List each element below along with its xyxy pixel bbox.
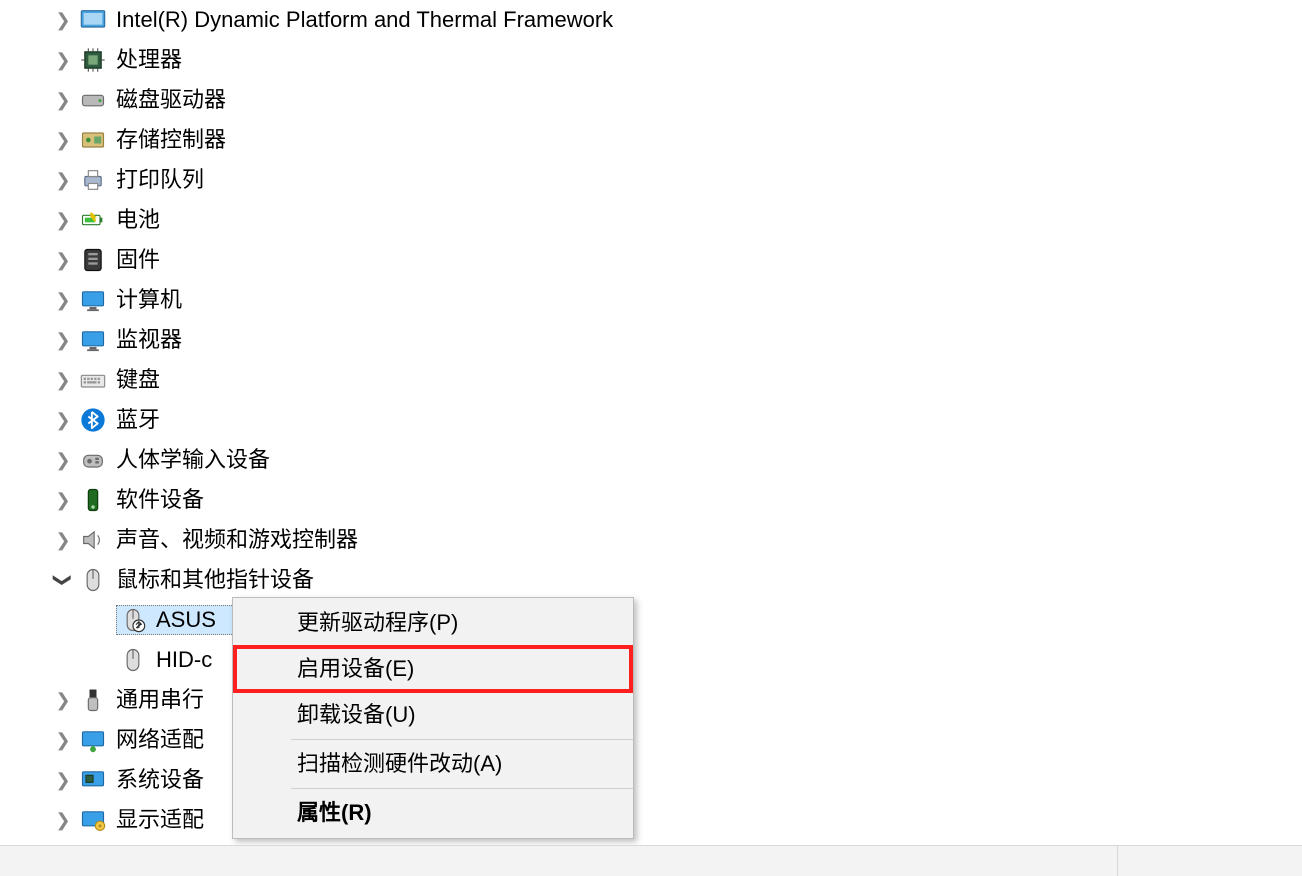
chevron-right-icon[interactable]: ❯	[50, 240, 76, 280]
tree-label: 显示适配	[116, 800, 210, 840]
menu-scan-hw[interactable]: 扫描检测硬件改动(A)	[233, 742, 633, 786]
disk-icon	[78, 85, 108, 115]
tree-label: 打印队列	[116, 160, 210, 200]
menu-uninstall[interactable]: 卸载设备(U)	[233, 693, 633, 737]
tree-node-storage-ctrl[interactable]: ❯ 存储控制器	[50, 120, 1302, 160]
tree-node-computer[interactable]: ❯ 计算机	[50, 280, 1302, 320]
keyboard-icon	[78, 365, 108, 395]
tree-node-sound-video[interactable]: ❯ 声音、视频和游戏控制器	[50, 520, 1302, 560]
chevron-right-icon[interactable]: ❯	[50, 80, 76, 120]
tree-node-intel-dptf[interactable]: ❯ Intel(R) Dynamic Platform and Thermal …	[50, 0, 1302, 40]
tree-label: HID-c	[156, 640, 218, 680]
chevron-right-icon[interactable]: ❯	[50, 720, 76, 760]
chevron-right-icon[interactable]: ❯	[50, 200, 76, 240]
chevron-right-icon[interactable]: ❯	[50, 480, 76, 520]
chevron-right-icon[interactable]: ❯	[50, 360, 76, 400]
tree-label: 网络适配	[116, 720, 210, 760]
tree-label: Intel(R) Dynamic Platform and Thermal Fr…	[116, 0, 619, 40]
storage-icon	[78, 125, 108, 155]
menu-enable-device[interactable]: 启用设备(E)	[233, 645, 633, 693]
chevron-right-icon[interactable]: ❯	[50, 160, 76, 200]
chevron-right-icon[interactable]: ❯	[50, 680, 76, 720]
tree-label: 计算机	[116, 280, 188, 320]
tree-node-keyboards[interactable]: ❯ 键盘	[50, 360, 1302, 400]
menu-separator	[291, 739, 633, 740]
context-menu[interactable]: 更新驱动程序(P) 启用设备(E) 卸载设备(U) 扫描检测硬件改动(A) 属性…	[232, 597, 634, 839]
status-bar	[0, 845, 1302, 876]
chevron-right-icon[interactable]: ❯	[50, 440, 76, 480]
chevron-right-icon[interactable]: ❯	[50, 760, 76, 800]
tree-node-print-queues[interactable]: ❯ 打印队列	[50, 160, 1302, 200]
chevron-down-icon[interactable]: ❯	[43, 567, 83, 593]
chevron-right-icon[interactable]: ❯	[50, 0, 76, 40]
network-icon	[78, 725, 108, 755]
device-tree[interactable]: ❯ Intel(R) Dynamic Platform and Thermal …	[0, 0, 1302, 840]
tree-label: 声音、视频和游戏控制器	[116, 520, 364, 560]
bluetooth-icon	[78, 405, 108, 435]
tree-node-hid[interactable]: ❯ 人体学输入设备	[50, 440, 1302, 480]
soft-device-icon	[78, 485, 108, 515]
chevron-right-icon[interactable]: ❯	[50, 280, 76, 320]
system-icon	[78, 765, 108, 795]
tree-node-processors[interactable]: ❯ 处理器	[50, 40, 1302, 80]
tree-label: 通用串行	[116, 680, 210, 720]
display-icon	[78, 805, 108, 835]
tree-label: 人体学输入设备	[116, 440, 276, 480]
mouse-disabled-icon	[118, 605, 148, 635]
monitor-icon	[78, 285, 108, 315]
tree-label: 蓝牙	[116, 400, 166, 440]
tree-node-soft-devices[interactable]: ❯ 软件设备	[50, 480, 1302, 520]
tree-label: 磁盘驱动器	[116, 80, 232, 120]
tree-label: 系统设备	[116, 760, 210, 800]
tree-label: 键盘	[116, 360, 166, 400]
menu-separator	[291, 788, 633, 789]
battery-icon	[78, 205, 108, 235]
cpu-icon	[78, 45, 108, 75]
tree-label: 鼠标和其他指针设备	[116, 560, 320, 600]
tree-node-batteries[interactable]: ❯ 电池	[50, 200, 1302, 240]
thermal-icon	[78, 5, 108, 35]
chevron-right-icon[interactable]: ❯	[50, 520, 76, 560]
tree-label: 存储控制器	[116, 120, 232, 160]
tree-node-firmware[interactable]: ❯ 固件	[50, 240, 1302, 280]
tree-label: 监视器	[116, 320, 188, 360]
chevron-right-icon[interactable]: ❯	[50, 40, 76, 80]
hid-icon	[78, 445, 108, 475]
firmware-icon	[78, 245, 108, 275]
printer-icon	[78, 165, 108, 195]
tree-label: ASUS	[156, 600, 222, 640]
tree-label: 处理器	[116, 40, 188, 80]
tree-node-disk-drives[interactable]: ❯ 磁盘驱动器	[50, 80, 1302, 120]
tree-label: 软件设备	[116, 480, 210, 520]
chevron-right-icon[interactable]: ❯	[50, 320, 76, 360]
status-bar-pane	[1117, 846, 1302, 876]
menu-update-driver[interactable]: 更新驱动程序(P)	[233, 601, 633, 645]
usb-icon	[78, 685, 108, 715]
menu-properties[interactable]: 属性(R)	[233, 791, 633, 835]
tree-node-mice[interactable]: ❯ 鼠标和其他指针设备	[50, 560, 1302, 600]
tree-node-monitors[interactable]: ❯ 监视器	[50, 320, 1302, 360]
speaker-icon	[78, 525, 108, 555]
mouse-icon	[118, 645, 148, 675]
tree-label: 固件	[116, 240, 166, 280]
chevron-right-icon[interactable]: ❯	[50, 400, 76, 440]
tree-label: 电池	[116, 200, 166, 240]
monitor-icon	[78, 325, 108, 355]
chevron-right-icon[interactable]: ❯	[50, 120, 76, 160]
tree-node-bluetooth[interactable]: ❯ 蓝牙	[50, 400, 1302, 440]
chevron-right-icon[interactable]: ❯	[50, 800, 76, 840]
